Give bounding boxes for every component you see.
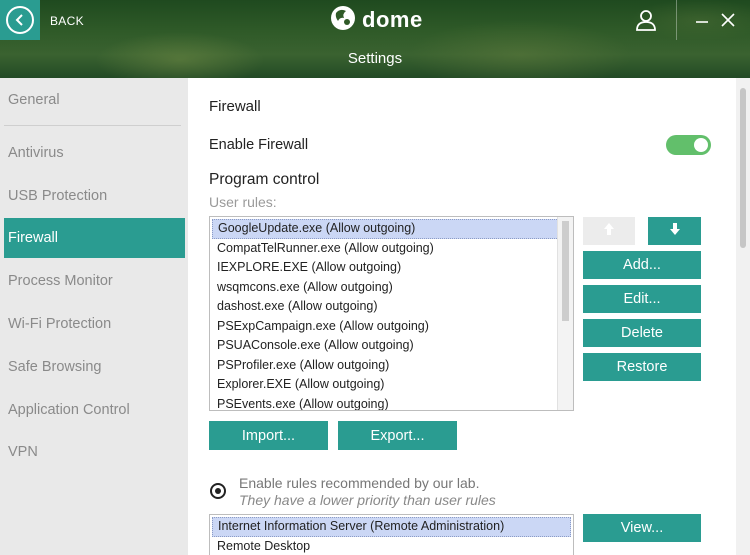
sidebar-item-label: Firewall (8, 230, 58, 246)
delete-rule-button[interactable]: Delete (583, 319, 701, 347)
recommended-rules-label: Enable rules recommended by our lab. (239, 475, 480, 491)
user-icon (636, 9, 656, 36)
move-up-button[interactable] (583, 217, 635, 245)
chevron-left-icon (6, 6, 34, 34)
list-item[interactable]: GoogleUpdate.exe (Allow outgoing) (212, 219, 571, 239)
export-button[interactable]: Export... (338, 421, 457, 450)
sidebar-item-label: VPN (8, 444, 38, 460)
recommended-rules-list[interactable]: Internet Information Server (Remote Admi… (209, 514, 574, 555)
sidebar-item-vpn[interactable]: VPN (4, 432, 185, 472)
list-item[interactable]: PSUAConsole.exe (Allow outgoing) (212, 336, 571, 356)
sidebar-item-safe-browsing[interactable]: Safe Browsing (4, 347, 185, 387)
recommended-rules-radio[interactable] (210, 483, 226, 499)
program-control-label: Program control (209, 171, 320, 188)
recommended-rules-note: They have a lower priority than user rul… (239, 492, 496, 508)
app-logo: dome (330, 5, 423, 36)
sidebar-item-process-monitor[interactable]: Process Monitor (4, 261, 185, 301)
user-rules-label: User rules: (209, 194, 277, 210)
restore-rules-button[interactable]: Restore (583, 353, 701, 381)
minimize-button[interactable] (694, 12, 710, 28)
import-button[interactable]: Import... (209, 421, 328, 450)
panda-logo-icon (330, 5, 356, 36)
sidebar-item-application-control[interactable]: Application Control (4, 390, 185, 430)
list-item[interactable]: wsqmcons.exe (Allow outgoing) (212, 278, 571, 298)
sidebar-divider (4, 125, 181, 126)
back-label[interactable]: BACK (50, 14, 84, 28)
edit-rule-button[interactable]: Edit... (583, 285, 701, 313)
page-title: Settings (347, 50, 403, 67)
sidebar-item-general[interactable]: General (4, 80, 185, 120)
arrow-down-icon (669, 222, 681, 241)
sidebar-item-wifi-protection[interactable]: Wi-Fi Protection (4, 304, 185, 344)
header-separator (676, 0, 677, 40)
list-item[interactable]: PSProfiler.exe (Allow outgoing) (212, 356, 571, 376)
sidebar-item-label: Wi-Fi Protection (8, 316, 112, 332)
add-rule-button[interactable]: Add... (583, 251, 701, 279)
list-scrollbar-thumb[interactable] (562, 221, 569, 321)
page-scrollbar[interactable] (736, 78, 750, 555)
firewall-settings-panel: Firewall Enable Firewall Program control… (188, 78, 736, 555)
list-item[interactable]: Explorer.EXE (Allow outgoing) (212, 375, 571, 395)
app-header: BACK dome Settings (0, 0, 750, 78)
list-item[interactable]: Remote Desktop (212, 537, 571, 555)
logo-text: dome (362, 7, 423, 32)
enable-firewall-label: Enable Firewall (209, 137, 309, 153)
section-title: Firewall (209, 98, 261, 115)
list-item[interactable]: PSExpCampaign.exe (Allow outgoing) (212, 317, 571, 337)
sidebar-item-label: General (8, 92, 60, 108)
sidebar-item-label: Antivirus (8, 145, 64, 161)
sidebar-item-label: Safe Browsing (8, 359, 102, 375)
sidebar-item-label: Application Control (8, 402, 130, 418)
user-rules-list[interactable]: GoogleUpdate.exe (Allow outgoing) Compat… (209, 216, 574, 411)
list-item[interactable]: dashost.exe (Allow outgoing) (212, 297, 571, 317)
list-item[interactable]: CompatTelRunner.exe (Allow outgoing) (212, 239, 571, 259)
sidebar-item-label: USB Protection (8, 188, 108, 204)
move-down-button[interactable] (648, 217, 701, 245)
sidebar: General Antivirus USB Protection Firewal… (0, 78, 188, 555)
sidebar-item-usb-protection[interactable]: USB Protection (4, 176, 185, 216)
sidebar-item-firewall[interactable]: Firewall (4, 218, 185, 258)
list-item[interactable]: IEXPLORE.EXE (Allow outgoing) (212, 258, 571, 278)
radio-dot (215, 488, 221, 494)
list-item[interactable]: PSEvents.exe (Allow outgoing) (212, 395, 571, 411)
back-button[interactable] (0, 0, 40, 40)
user-account-button[interactable] (632, 8, 660, 36)
close-button[interactable] (720, 12, 736, 28)
toggle-knob (694, 138, 708, 152)
page-scrollbar-thumb[interactable] (740, 88, 746, 248)
sidebar-item-label: Process Monitor (8, 273, 113, 289)
close-icon (720, 13, 736, 32)
list-item[interactable]: Internet Information Server (Remote Admi… (212, 517, 571, 537)
view-button[interactable]: View... (583, 514, 701, 542)
enable-firewall-toggle[interactable] (666, 135, 711, 155)
sidebar-item-antivirus[interactable]: Antivirus (4, 133, 185, 173)
list-scrollbar[interactable] (557, 217, 573, 410)
arrow-up-icon (603, 222, 615, 241)
